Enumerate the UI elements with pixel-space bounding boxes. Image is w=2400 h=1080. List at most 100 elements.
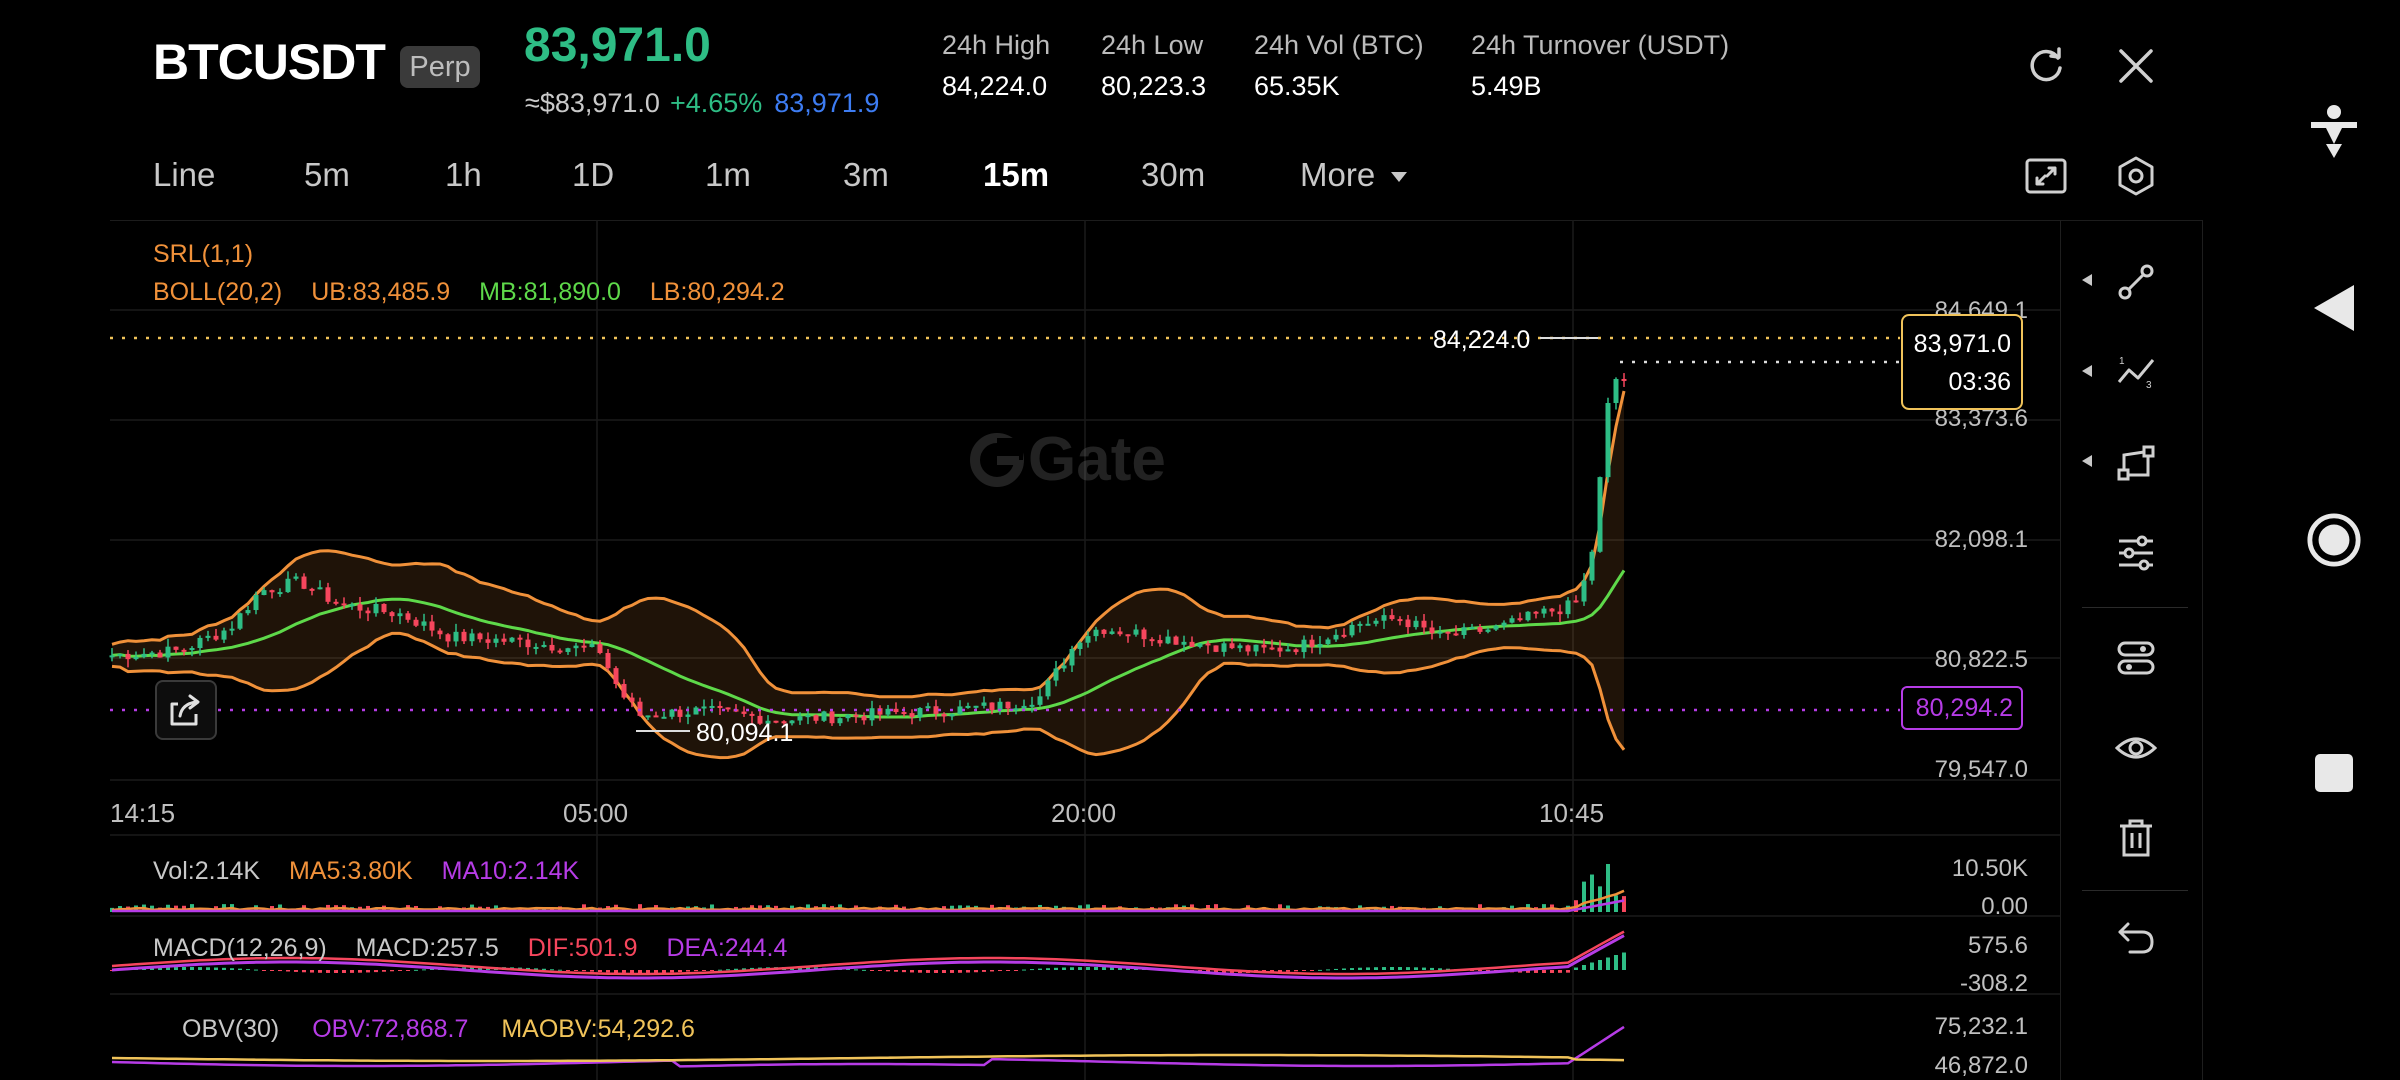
nav-home-icon[interactable] (2306, 512, 2362, 568)
candle-body (1165, 636, 1171, 644)
candle-body (1357, 623, 1363, 626)
accessibility-icon[interactable] (2306, 104, 2362, 160)
candle-body (517, 637, 523, 640)
candle-body (1349, 624, 1355, 636)
candle-body (173, 646, 179, 650)
undo-icon[interactable] (2108, 910, 2164, 966)
macd-bar (998, 970, 1002, 972)
candle-body (317, 587, 323, 590)
candle-body (725, 707, 731, 710)
candle-body (1549, 608, 1555, 612)
candle-body (1237, 645, 1243, 649)
nav-recents-icon[interactable] (2306, 745, 2362, 801)
macd-bar (182, 967, 186, 970)
candle-body (1381, 615, 1387, 621)
macd-bar (1078, 967, 1082, 970)
candle-body (533, 646, 539, 649)
volume-legend[interactable]: Vol:2.14K MA5:3.80K MA10:2.14K (153, 857, 579, 886)
expand-arrow-icon[interactable] (2080, 453, 2094, 469)
candle-body (1589, 551, 1595, 581)
macd-bar (1046, 968, 1050, 970)
share-icon (170, 694, 200, 726)
candle-body (1517, 618, 1523, 621)
candle-body (205, 635, 211, 638)
candle-body (1477, 627, 1483, 632)
macd-bar (662, 970, 666, 973)
macd-bar (326, 970, 330, 973)
macd-bar (854, 969, 858, 971)
maobv-value: MAOBV:54,292.6 (501, 1015, 695, 1043)
shape-tool-icon[interactable] (2108, 435, 2164, 491)
settings-sliders-icon[interactable] (2108, 630, 2164, 686)
candle-body (269, 590, 275, 593)
candle-body (1485, 629, 1491, 632)
candle-body (1069, 648, 1075, 666)
macd-bar (550, 969, 554, 971)
candle-body (477, 633, 483, 640)
indicator-tool-icon[interactable] (2108, 525, 2164, 581)
macd-bar (886, 970, 890, 972)
macd-bar (334, 970, 338, 973)
srl-label[interactable]: SRL(1,1) (153, 240, 253, 269)
boll-name: BOLL(20,2) (153, 278, 283, 306)
macd-bar (1302, 970, 1306, 971)
macd-bar (222, 967, 226, 970)
macd-bar (702, 970, 706, 971)
macd-bar (318, 970, 322, 973)
obv-legend[interactable]: OBV(30) OBV:72,868.7 MAOBV:54,292.6 (182, 1015, 695, 1044)
share-button[interactable] (155, 680, 217, 740)
candle-body (621, 683, 627, 698)
macd-bar (390, 970, 394, 972)
macd-bar (190, 967, 194, 970)
macd-bar (902, 970, 906, 973)
boll-legend[interactable]: BOLL(20,2) UB:83,485.9 MB:81,890.0 LB:80… (153, 278, 785, 307)
vol-axis-label: 0.00 (1981, 893, 2028, 920)
candle-body (653, 715, 659, 718)
delete-trash-icon[interactable] (2108, 810, 2164, 866)
candle-body (797, 716, 803, 721)
price-chart[interactable]: Gate 84,224.0 80,094.1 (0, 0, 2400, 1080)
candle-body (557, 650, 563, 653)
macd-bar (862, 969, 866, 971)
candle-body (1469, 627, 1475, 630)
macd-bar (1422, 967, 1426, 970)
macd-bar (398, 970, 402, 971)
candle-body (357, 604, 363, 611)
candle-body (1253, 644, 1259, 652)
macd-bar (878, 970, 882, 971)
candle-body (677, 709, 683, 717)
obv-axis-label: 46,872.0 (1934, 1052, 2028, 1079)
candle-body (333, 601, 339, 604)
price-axis-label: 79,547.0 (1934, 756, 2028, 783)
macd-legend[interactable]: MACD(12,26,9) MACD:257.5 DIF:501.9 DEA:2… (153, 934, 787, 963)
candle-body (1261, 644, 1267, 648)
macd-bar (422, 969, 426, 971)
candle-body (1541, 608, 1547, 614)
visibility-eye-icon[interactable] (2108, 720, 2164, 776)
low-marker-label: 80,094.1 (696, 719, 793, 747)
volume-bar (1614, 895, 1618, 912)
fibonacci-tool-icon[interactable]: 13 (2108, 344, 2164, 400)
candle-body (1397, 619, 1403, 622)
candle-body (925, 706, 931, 709)
expand-arrow-icon[interactable] (2080, 363, 2094, 379)
candle-body (117, 653, 123, 656)
candle-body (581, 645, 587, 648)
candle-body (1621, 378, 1627, 381)
nav-back-icon[interactable] (2306, 280, 2362, 336)
candle-body (709, 705, 715, 708)
candle-body (133, 656, 139, 660)
candle-body (1533, 611, 1539, 614)
macd-bar (726, 969, 730, 971)
expand-arrow-icon[interactable] (2080, 272, 2094, 288)
vol-value: Vol:2.14K (153, 857, 261, 885)
trend-line-tool-icon[interactable] (2108, 254, 2164, 310)
macd-bar (1542, 970, 1546, 973)
macd-bar (270, 970, 274, 971)
candle-body (949, 714, 955, 717)
maobv-line (111, 1053, 1625, 1063)
candle-body (1029, 704, 1035, 707)
macd-axis-label: -308.2 (1959, 970, 2028, 997)
current-price-box[interactable]: 83,971.0 03:36 (1901, 314, 2023, 410)
macd-bar (294, 970, 298, 972)
